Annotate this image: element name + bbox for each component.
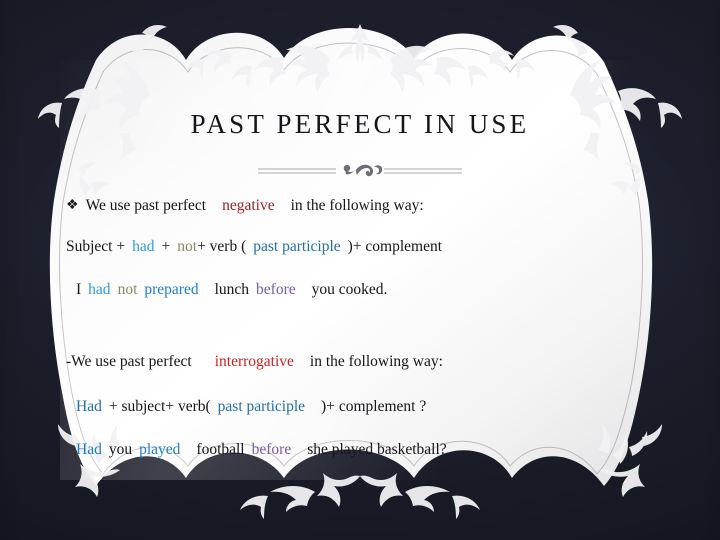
title-divider (258, 164, 462, 177)
line6-text-f: she played basketball? (307, 440, 447, 458)
line5-keyword-had: Had (76, 397, 102, 415)
slide-content: ❖ We use past perfect negative in the follo… (66, 196, 656, 459)
line2-text-a: Subject + (66, 238, 126, 256)
line3-text-e: lunch (214, 280, 250, 298)
line6-keyword-before: before (251, 440, 292, 458)
line3-text-a: I (76, 280, 82, 298)
line4-text-a: -We use past perfect (66, 353, 192, 371)
divider-swirl-icon (343, 164, 383, 177)
line2-keyword-not: not (177, 238, 198, 256)
slide: PAST PERFECT IN USE ❖ We use past perfect… (0, 0, 720, 540)
content-line-3: Ihad not prepared lunch before you cooked. (66, 280, 656, 299)
line6-keyword-played: played (139, 440, 181, 458)
line6-text-d: football (196, 440, 245, 458)
line3-text-g: you cooked. (311, 280, 388, 298)
diamond-bullet-icon: ❖ (66, 198, 79, 213)
line3-keyword-had: had (88, 280, 111, 298)
line3-keyword-not: not (117, 280, 138, 298)
line3-keyword-prepared: prepared (144, 280, 199, 298)
line1-text-c: in the following way: (290, 197, 424, 214)
title-block: PAST PERFECT IN USE (0, 109, 720, 140)
line5-text-b: + subject+ verb( (108, 397, 211, 415)
content-line-5: Had + subject+ verb( past participle )+ com… (66, 397, 656, 416)
line5-text-d: )+ complement ? (321, 397, 427, 415)
line3-keyword-before: before (256, 280, 296, 298)
content-line-4: -We use past perfect interrogative in the … (66, 352, 656, 371)
line1-text-a: We use past perfect (85, 197, 207, 214)
line2-keyword-had: had (132, 238, 155, 256)
line2-text-e: + verb ( (197, 238, 247, 256)
line2-text-g: )+ complement (347, 238, 443, 256)
line5-keyword-past-participle: past participle (217, 397, 306, 415)
content-line-1: ❖ We use past perfect negative in the follo… (66, 196, 656, 215)
line2-keyword-past-participle: past participle (253, 238, 341, 256)
line1-keyword-negative: negative (222, 197, 275, 214)
content-line-2: Subject + had + not+ verb ( past participle)… (66, 237, 656, 256)
line4-text-c: in the following way: (309, 353, 443, 371)
line2-plus: + (161, 238, 171, 256)
line4-keyword-interrogative: interrogative (214, 353, 294, 371)
line6-text-b: you (108, 440, 133, 458)
line6-keyword-had: Had (76, 440, 102, 458)
content-line-6: Had you played football before she played bas… (66, 440, 656, 459)
page-title: PAST PERFECT IN USE (190, 109, 530, 139)
